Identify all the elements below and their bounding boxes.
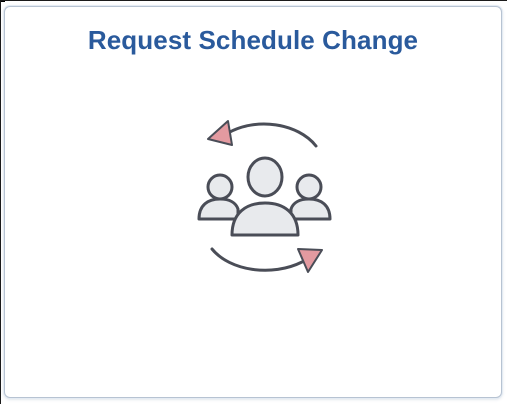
window-edge-top — [0, 0, 507, 1]
left-person-head — [206, 173, 234, 201]
right-person-head — [295, 173, 323, 201]
center-person-body — [230, 201, 300, 237]
request-schedule-change-tile[interactable]: Request Schedule Change — [1, 1, 502, 398]
right-person-body — [289, 197, 332, 221]
left-person-body — [197, 197, 240, 221]
bottom-arrow-arc — [210, 247, 304, 272]
top-arrow-head — [207, 120, 233, 146]
top-arrow-arc — [226, 122, 318, 148]
center-person-head — [246, 156, 284, 198]
window-edge-left — [0, 0, 1, 404]
tile-title: Request Schedule Change — [87, 25, 419, 55]
group-exchange-icon — [197, 120, 332, 273]
bottom-arrow-head — [297, 248, 323, 273]
